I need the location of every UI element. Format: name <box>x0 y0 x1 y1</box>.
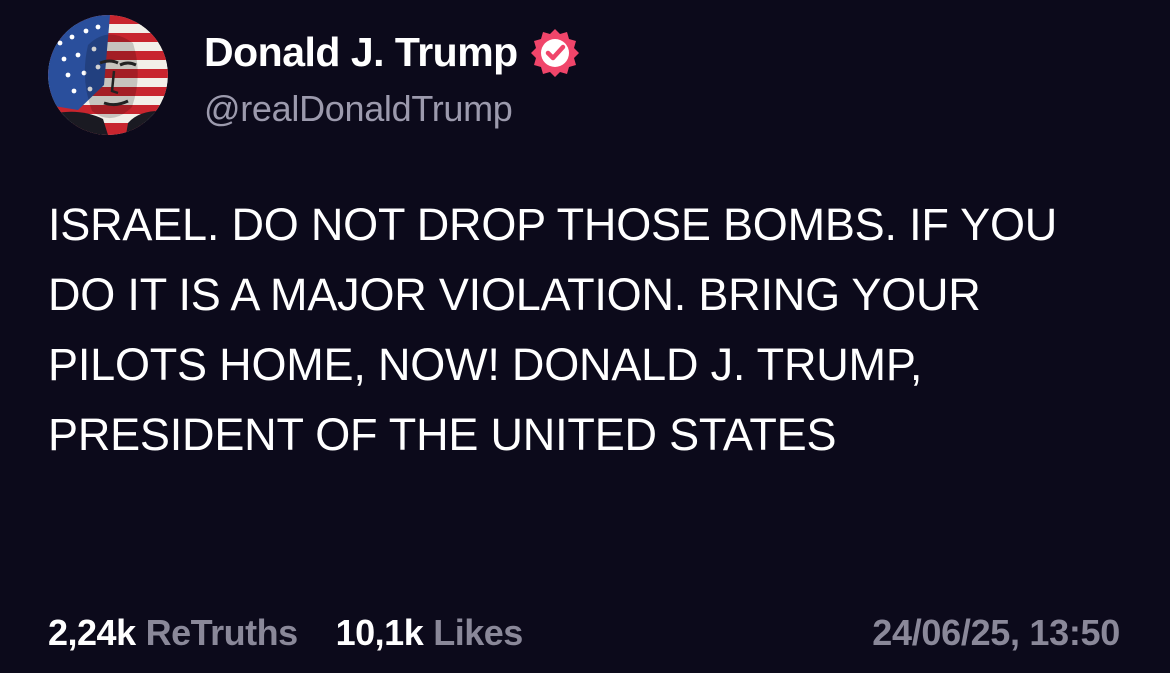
author-name-row: Donald J. Trump <box>204 26 580 78</box>
avatar[interactable] <box>48 15 168 135</box>
post-timestamp: 24/06/25, 13:50 <box>872 612 1120 653</box>
retruths-count: 2,24k <box>48 612 136 653</box>
post-card: Donald J. Trump @realDonaldTrump ISRAEL.… <box>0 0 1170 673</box>
retruths-label: ReTruths <box>145 612 299 653</box>
author-display-name[interactable]: Donald J. Trump <box>204 29 518 76</box>
likes-stat[interactable]: 10,1k Likes <box>335 612 524 654</box>
likes-label: Likes <box>433 612 523 653</box>
likes-count: 10,1k <box>335 612 424 653</box>
verified-badge-icon <box>530 27 580 77</box>
retruths-stat[interactable]: 2,24k ReTruths <box>48 612 298 654</box>
post-stats: 2,24k ReTruths 10,1k Likes <box>48 608 523 658</box>
avatar-image <box>48 15 168 135</box>
author-handle[interactable]: @realDonaldTrump <box>204 88 513 130</box>
post-text: ISRAEL. DO NOT DROP THOSE BOMBS. IF YOU … <box>48 199 1058 460</box>
